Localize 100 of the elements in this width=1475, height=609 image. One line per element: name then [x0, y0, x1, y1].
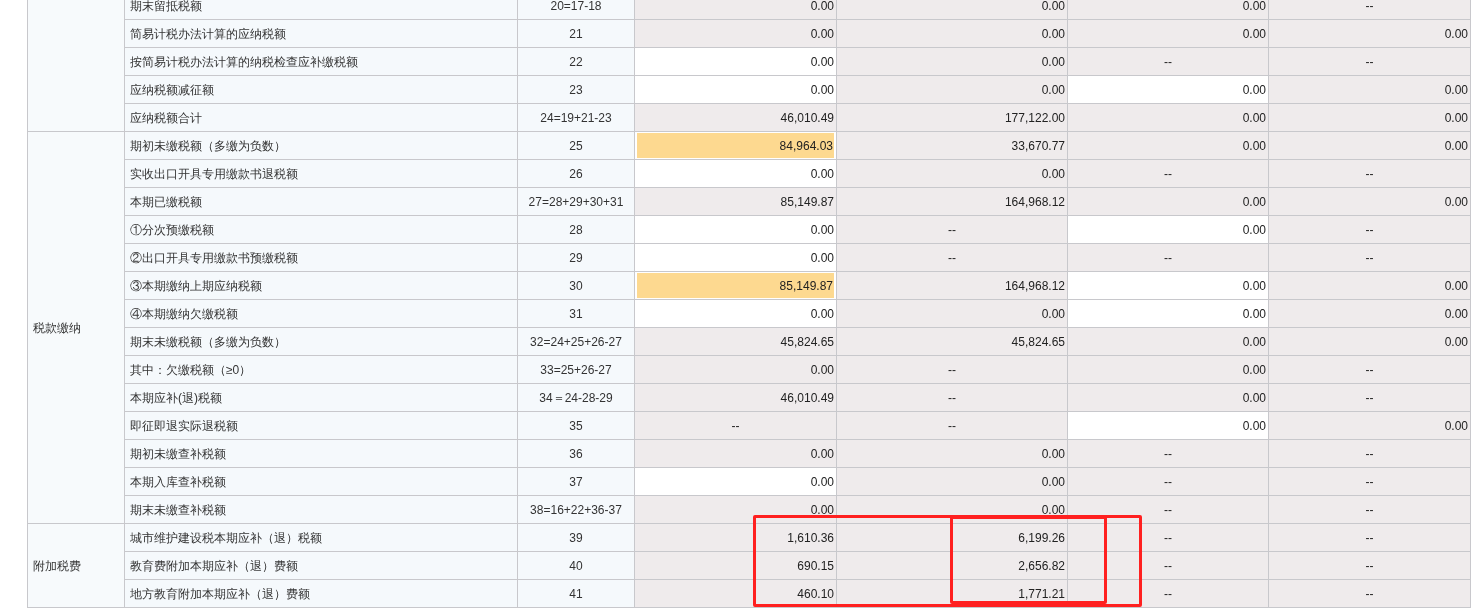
category-cell: 附加税费: [27, 523, 125, 608]
line-number: 21: [517, 19, 635, 48]
item-label: 本期入库查补税额: [124, 467, 518, 496]
input-field[interactable]: 85,149.87: [634, 271, 837, 300]
amount-cell: 0.00: [836, 0, 1068, 20]
amount-cell: 0.00: [1067, 187, 1269, 216]
not-applicable-cell: --: [1268, 523, 1471, 552]
input-field[interactable]: 0.00: [634, 467, 837, 496]
not-applicable-cell: --: [1067, 467, 1269, 496]
amount-cell: 0.00: [1067, 355, 1269, 384]
input-field[interactable]: 0.00: [634, 159, 837, 188]
amount-cell: 0.00: [836, 299, 1068, 328]
input-field[interactable]: 0.00: [634, 215, 837, 244]
amount-cell: 0.00: [1067, 103, 1269, 132]
line-number: 40: [517, 551, 635, 580]
item-label: 即征即退实际退税额: [124, 411, 518, 440]
line-number: 39: [517, 523, 635, 552]
amount-cell: 0.00: [1067, 0, 1269, 20]
line-number: 37: [517, 467, 635, 496]
amount-cell: 0.00: [1067, 19, 1269, 48]
line-number: 29: [517, 243, 635, 272]
amount-cell: 0.00: [1268, 411, 1471, 440]
amount-cell: 1,610.36: [634, 523, 837, 552]
item-label: 期末未缴查补税额: [124, 495, 518, 524]
item-label: 其中：欠缴税额（≥0）: [124, 355, 518, 384]
amount-cell: 2,656.82: [836, 551, 1068, 580]
amount-cell: 0.00: [634, 355, 837, 384]
amount-cell: 0.00: [836, 159, 1068, 188]
input-field[interactable]: 0.00: [1067, 411, 1269, 440]
input-field[interactable]: 0.00: [634, 299, 837, 328]
line-number: 41: [517, 579, 635, 608]
amount-cell: 85,149.87: [634, 187, 837, 216]
input-field[interactable]: 0.00: [1067, 215, 1269, 244]
item-label: 简易计税办法计算的应纳税额: [124, 19, 518, 48]
not-applicable-cell: --: [836, 243, 1068, 272]
amount-cell: 0.00: [836, 47, 1068, 76]
item-label: 期末留抵税额: [124, 0, 518, 20]
not-applicable-cell: --: [1268, 551, 1471, 580]
amount-cell: 164,968.12: [836, 271, 1068, 300]
not-applicable-cell: --: [1268, 159, 1471, 188]
input-field[interactable]: 0.00: [1067, 75, 1269, 104]
line-number: 27=28+29+30+31: [517, 187, 635, 216]
amount-cell: 45,824.65: [634, 327, 837, 356]
not-applicable-cell: --: [1268, 383, 1471, 412]
line-number: 38=16+22+36-37: [517, 495, 635, 524]
not-applicable-cell: --: [1268, 0, 1471, 20]
not-applicable-cell: --: [1067, 243, 1269, 272]
not-applicable-cell: --: [836, 411, 1068, 440]
not-applicable-cell: --: [1067, 159, 1269, 188]
not-applicable-cell: --: [1268, 243, 1471, 272]
amount-cell: 164,968.12: [836, 187, 1068, 216]
amount-cell: 0.00: [634, 19, 837, 48]
item-label: 期初未缴查补税额: [124, 439, 518, 468]
amount-cell: 0.00: [836, 467, 1068, 496]
line-number: 22: [517, 47, 635, 76]
item-label: 本期已缴税额: [124, 187, 518, 216]
amount-cell: 0.00: [1268, 271, 1471, 300]
item-label: 实收出口开具专用缴款书退税额: [124, 159, 518, 188]
line-number: 25: [517, 131, 635, 160]
item-label: 城市维护建设税本期应补（退）税额: [124, 523, 518, 552]
not-applicable-cell: --: [1268, 467, 1471, 496]
category-cell: 税款缴纳: [27, 131, 125, 524]
input-field[interactable]: 0.00: [634, 47, 837, 76]
amount-cell: 45,824.65: [836, 327, 1068, 356]
input-field[interactable]: 0.00: [1067, 271, 1269, 300]
item-label: 地方教育附加本期应补（退）费额: [124, 579, 518, 608]
amount-cell: 33,670.77: [836, 131, 1068, 160]
amount-cell: 0.00: [634, 439, 837, 468]
item-label: 按简易计税办法计算的纳税检查应补缴税额: [124, 47, 518, 76]
not-applicable-cell: --: [836, 355, 1068, 384]
amount-cell: 0.00: [1268, 187, 1471, 216]
line-number: 24=19+21-23: [517, 103, 635, 132]
line-number: 28: [517, 215, 635, 244]
not-applicable-cell: --: [1268, 47, 1471, 76]
amount-cell: 0.00: [836, 75, 1068, 104]
input-field[interactable]: 84,964.03: [634, 131, 837, 160]
input-field[interactable]: 0.00: [634, 75, 837, 104]
not-applicable-cell: --: [1268, 439, 1471, 468]
amount-cell: 46,010.49: [634, 103, 837, 132]
line-number: 20=17-18: [517, 0, 635, 20]
amount-cell: 46,010.49: [634, 383, 837, 412]
not-applicable-cell: --: [836, 383, 1068, 412]
amount-cell: 6,199.26: [836, 523, 1068, 552]
line-number: 35: [517, 411, 635, 440]
input-field[interactable]: 0.00: [634, 243, 837, 272]
not-applicable-cell: --: [1268, 355, 1471, 384]
line-number: 33=25+26-27: [517, 355, 635, 384]
amount-cell: 0.00: [1268, 299, 1471, 328]
not-applicable-cell: --: [1268, 215, 1471, 244]
item-label: 教育费附加本期应补（退）费额: [124, 551, 518, 580]
item-label: 应纳税额合计: [124, 103, 518, 132]
line-number: 32=24+25+26-27: [517, 327, 635, 356]
item-label: 应纳税额减征额: [124, 75, 518, 104]
amount-cell: 0.00: [634, 0, 837, 20]
amount-cell: 0.00: [1268, 19, 1471, 48]
amount-cell: 0.00: [836, 19, 1068, 48]
amount-cell: 0.00: [1067, 131, 1269, 160]
input-field[interactable]: 0.00: [1067, 299, 1269, 328]
item-label: ②出口开具专用缴款书预缴税额: [124, 243, 518, 272]
amount-cell: 177,122.00: [836, 103, 1068, 132]
